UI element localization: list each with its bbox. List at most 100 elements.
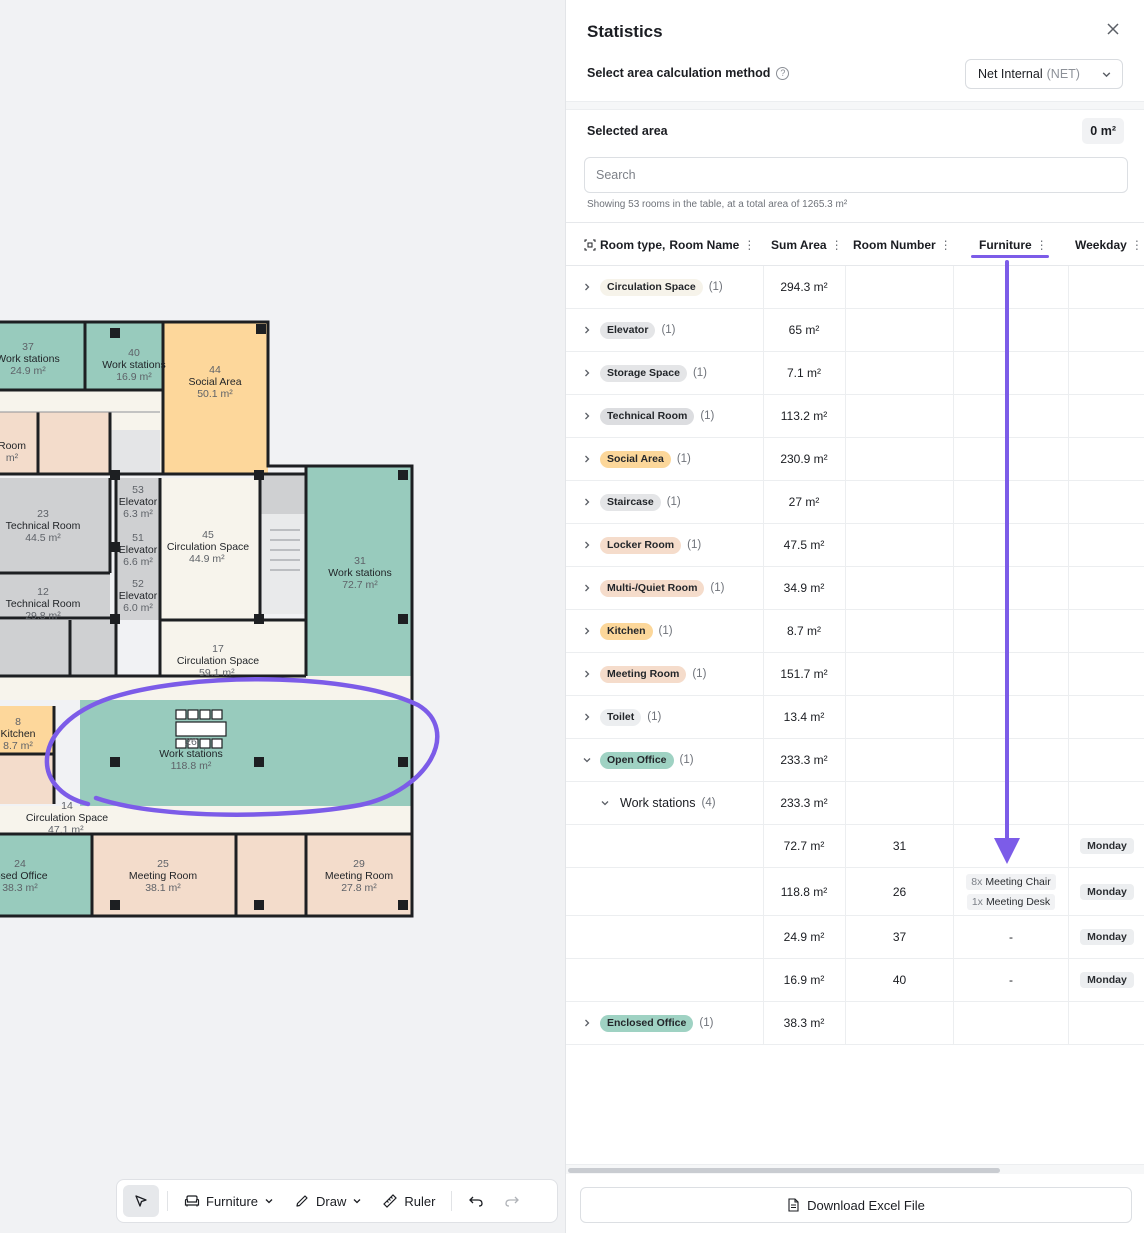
floorplan-canvas[interactable]: 37 Work stations 24.9 m² 40 Work stations 16…: [0, 0, 565, 1233]
room-label: 52 Elevator 6.0 m²: [118, 578, 158, 614]
table-row[interactable]: Toilet (1) 13.4 m²: [566, 696, 1144, 739]
table-row[interactable]: 16.9 m² 40 - Monday: [566, 959, 1144, 1002]
select-tool-button[interactable]: [123, 1185, 159, 1217]
column-divider: [845, 524, 846, 566]
table-row[interactable]: Technical Room (1) 113.2 m²: [566, 395, 1144, 438]
ruler-label: Ruler: [404, 1193, 436, 1209]
column-divider: [1068, 1002, 1069, 1044]
table-row[interactable]: Open Office (1) 233.3 m²: [566, 739, 1144, 782]
horizontal-scrollbar[interactable]: [566, 1164, 1144, 1174]
search-input[interactable]: [584, 157, 1128, 193]
draw-dropdown-button[interactable]: Draw: [286, 1185, 370, 1217]
area-cell: 24.9 m²: [783, 930, 825, 944]
table-row[interactable]: Social Area (1) 230.9 m²: [566, 438, 1144, 481]
room-label: 53 Elevator 6.3 m²: [118, 484, 158, 520]
room-count: (1): [700, 410, 715, 422]
sofa-icon: [184, 1195, 200, 1207]
chevron-right-icon[interactable]: [582, 712, 592, 722]
file-icon: [788, 1198, 799, 1212]
table-row[interactable]: Kitchen (1) 8.7 m²: [566, 610, 1144, 653]
room-type-cell: Open Office (1): [600, 739, 694, 781]
chevron-right-icon[interactable]: [582, 454, 592, 464]
table-row[interactable]: Meeting Room (1) 151.7 m²: [566, 653, 1144, 696]
area-method-select[interactable]: Net Internal (NET): [965, 59, 1123, 89]
room-type-tag: Toilet: [600, 708, 642, 726]
close-icon[interactable]: [1104, 20, 1122, 38]
chevron-right-icon[interactable]: [582, 583, 592, 593]
chevron-down-icon[interactable]: [582, 755, 592, 765]
col-room-number-label: Room Number: [853, 237, 936, 252]
download-excel-button[interactable]: Download Excel File: [580, 1187, 1132, 1223]
column-divider: [953, 395, 954, 437]
chevron-right-icon[interactable]: [582, 411, 592, 421]
sum-area-cell: 294.3 m²: [780, 280, 828, 294]
table-row[interactable]: Locker Room (1) 47.5 m²: [566, 524, 1144, 567]
chevron-right-icon[interactable]: [582, 626, 592, 636]
chevron-right-icon[interactable]: [582, 540, 592, 550]
furniture-cell: 8x Meeting Chair 1x Meeting Desk: [954, 868, 1068, 915]
chevron-right-icon[interactable]: [582, 497, 592, 507]
col-weekday[interactable]: Weekday ⋮: [1075, 223, 1143, 266]
column-divider: [845, 610, 846, 652]
kebab-icon[interactable]: ⋮: [831, 238, 843, 252]
kebab-icon[interactable]: ⋮: [1131, 238, 1143, 252]
chevron-right-icon[interactable]: [582, 282, 592, 292]
redo-button[interactable]: [496, 1185, 528, 1217]
room-type-cell: Enclosed Office (1): [600, 1002, 713, 1044]
chevron-right-icon[interactable]: [582, 325, 592, 335]
selected-area-label: Selected area: [587, 124, 668, 138]
sum-area-cell: 151.7 m²: [780, 667, 828, 681]
room-count: (4): [701, 797, 716, 809]
kebab-icon[interactable]: ⋮: [940, 238, 952, 252]
col-sum-area[interactable]: Sum Area ⋮: [771, 223, 843, 266]
sum-area-cell: 34.9 m²: [783, 581, 825, 595]
table-row[interactable]: Elevator (1) 65 m²: [566, 309, 1144, 352]
table-row[interactable]: Staircase (1) 27 m²: [566, 481, 1144, 524]
chevron-down-icon[interactable]: [600, 798, 610, 808]
table-row[interactable]: Circulation Space (1) 294.3 m²: [566, 266, 1144, 309]
furniture-label: Furniture: [206, 1193, 259, 1209]
table-row[interactable]: Enclosed Office (1) 38.3 m²: [566, 1002, 1144, 1045]
column-divider: [953, 653, 954, 695]
sum-area-cell: 65 m²: [788, 323, 820, 337]
area-cell: 16.9 m²: [783, 973, 825, 987]
room-number-cell: 40: [892, 973, 907, 987]
column-divider: [845, 739, 846, 781]
room-type-tag: Elevator: [600, 321, 656, 339]
kebab-icon[interactable]: ⋮: [743, 238, 755, 252]
weekday-cell: Monday: [1069, 916, 1144, 958]
col-room-number[interactable]: Room Number ⋮: [853, 223, 952, 266]
weekday-pill: Monday: [1080, 883, 1134, 900]
table-row[interactable]: 72.7 m² 31 Monday: [566, 825, 1144, 868]
col-room-type[interactable]: Room type, Room Name ⋮: [584, 223, 755, 266]
column-divider: [953, 739, 954, 781]
room-type-tag: Social Area: [600, 450, 671, 468]
help-icon[interactable]: ?: [776, 66, 790, 80]
room-name-cell: Work stations (4): [620, 782, 716, 824]
table-row[interactable]: Storage Space (1) 7.1 m²: [566, 352, 1144, 395]
floorplan[interactable]: [0, 0, 565, 1233]
kebab-icon[interactable]: ⋮: [1036, 238, 1048, 252]
undo-button[interactable]: [460, 1185, 492, 1217]
col-furniture[interactable]: Furniture ⋮: [979, 223, 1048, 266]
furniture-dropdown-button[interactable]: Furniture: [176, 1185, 282, 1217]
room-name-label: Work stations: [620, 796, 696, 810]
chevron-right-icon[interactable]: [582, 669, 592, 679]
weekday-pill: Monday: [1080, 972, 1134, 988]
area-cell: 72.7 m²: [783, 839, 825, 853]
table-row[interactable]: 24.9 m² 37 - Monday: [566, 916, 1144, 959]
table-row[interactable]: Multi-/Quiet Room (1) 34.9 m²: [566, 567, 1144, 610]
ruler-button[interactable]: Ruler: [374, 1185, 443, 1217]
column-divider: [845, 653, 846, 695]
section-divider: [566, 101, 1144, 110]
redo-icon: [505, 1196, 520, 1207]
room-type-cell: Staircase (1): [600, 481, 681, 523]
scrollbar-thumb[interactable]: [568, 1168, 1000, 1173]
column-divider: [953, 782, 954, 824]
room-label: 40 Work stations 16.9 m²: [102, 347, 166, 383]
column-divider: [845, 1002, 846, 1044]
chevron-right-icon[interactable]: [582, 368, 592, 378]
table-row[interactable]: Work stations (4) 233.3 m²: [566, 782, 1144, 825]
table-row[interactable]: 118.8 m² 26 8x Meeting Chair 1x Meeting Desk M…: [566, 868, 1144, 916]
chevron-right-icon[interactable]: [582, 1018, 592, 1028]
